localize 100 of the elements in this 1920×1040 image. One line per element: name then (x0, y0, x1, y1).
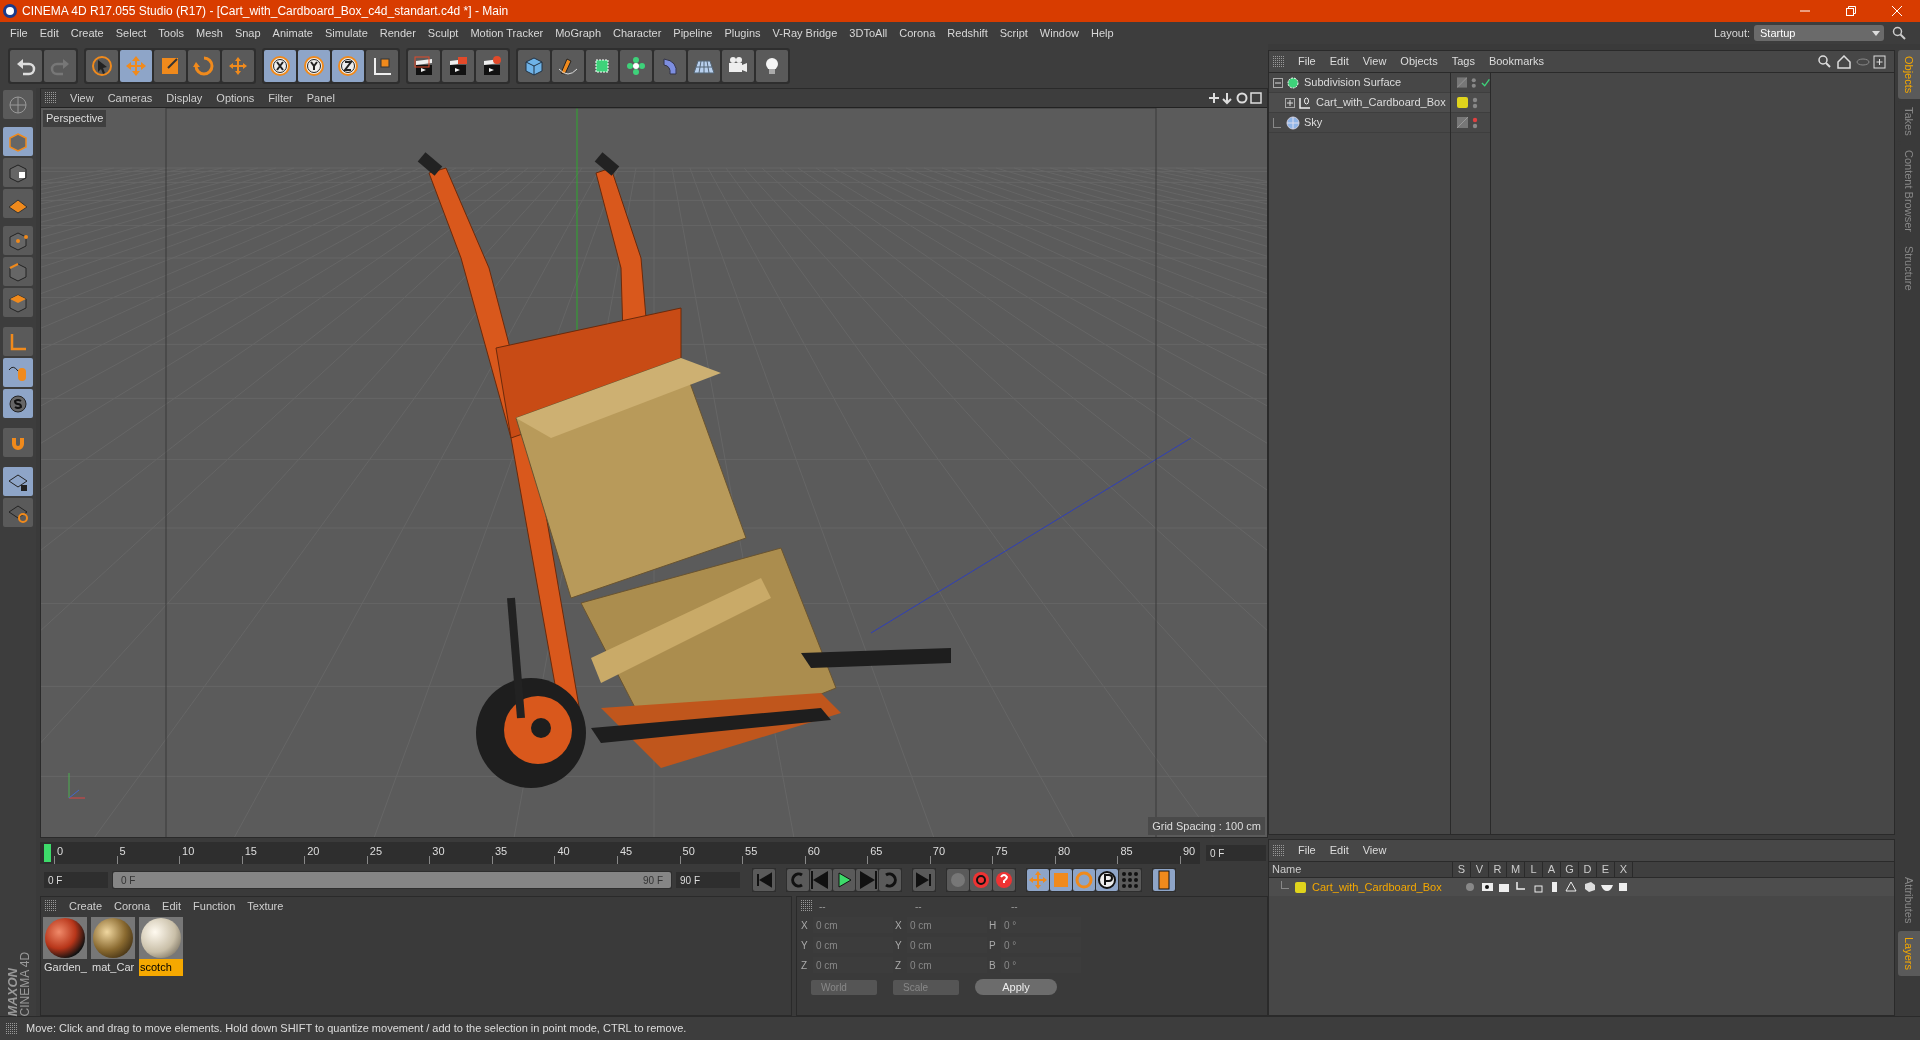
objects-menu-item[interactable]: View (1355, 53, 1394, 70)
autokey-button[interactable] (970, 869, 992, 891)
menu-item[interactable]: Mesh (190, 24, 229, 42)
render-view-button[interactable] (408, 50, 440, 82)
column-header[interactable]: E (1597, 861, 1615, 878)
keyframe-help-button[interactable] (993, 869, 1015, 891)
column-header[interactable]: G (1561, 861, 1579, 878)
menu-item[interactable]: Motion Tracker (464, 24, 550, 42)
menu-item[interactable]: Create (64, 24, 110, 42)
array-button[interactable] (620, 50, 652, 82)
menu-item[interactable]: File (4, 24, 34, 42)
menu-item[interactable]: Window (1033, 24, 1085, 42)
apply-button[interactable]: Apply (975, 979, 1057, 995)
menu-item[interactable]: Simulate (318, 24, 374, 42)
side-tab[interactable]: Objects (1898, 50, 1920, 100)
edges-button[interactable] (3, 257, 33, 286)
layer-color-swatch[interactable] (1295, 881, 1306, 893)
floor-button[interactable] (688, 50, 720, 82)
expand-toggle[interactable] (1285, 97, 1295, 108)
axis-mode-button[interactable] (3, 327, 33, 356)
column-header[interactable]: X (1615, 861, 1633, 878)
menu-item[interactable]: Render (373, 24, 422, 42)
objects-menu-item[interactable]: Tags (1444, 53, 1482, 70)
object-name[interactable]: Subdivision Surface (1304, 74, 1402, 91)
grid-sync-button[interactable] (3, 498, 33, 527)
timeline-button[interactable] (1153, 869, 1175, 891)
menu-item[interactable]: Snap (228, 24, 267, 42)
deformer-button[interactable] (654, 50, 686, 82)
start-frame-field[interactable]: 0 F (44, 872, 108, 888)
viewport-menu-item[interactable]: Panel (299, 89, 342, 107)
pen-tool-button[interactable] (552, 50, 584, 82)
menu-item[interactable]: Corona (893, 24, 942, 42)
column-header[interactable]: Name (1269, 861, 1453, 878)
column-header[interactable]: M (1507, 861, 1525, 878)
polygons-button[interactable] (3, 288, 33, 317)
magnet-button[interactable] (3, 428, 33, 457)
cube-object-button[interactable] (518, 50, 550, 82)
layers-menu-item[interactable]: File (1291, 842, 1323, 859)
undo-button[interactable] (10, 50, 42, 82)
side-tab[interactable]: Layers (1898, 930, 1920, 976)
column-header[interactable]: S (1453, 861, 1471, 878)
texture-button[interactable] (3, 158, 33, 187)
column-header[interactable]: D (1579, 861, 1597, 878)
render-settings-button[interactable] (476, 50, 508, 82)
viewport-menu-item[interactable]: View (63, 89, 101, 107)
select-tool-button[interactable] (86, 50, 118, 82)
objects-menu-item[interactable]: Objects (1393, 53, 1445, 70)
timeline-ruler[interactable]: 0 5 10 15 20 25 30 35 40 45 50 55 60 65 70 75 80 85 90 (40, 842, 1200, 864)
material-menu-item[interactable]: Edit (156, 897, 188, 915)
transform-tool-button[interactable] (222, 50, 254, 82)
play-button[interactable] (833, 869, 855, 891)
coordinate-system-button[interactable] (366, 50, 398, 82)
column-header[interactable]: V (1471, 861, 1489, 878)
menu-item[interactable]: Select (109, 24, 153, 42)
go-to-start-button[interactable] (753, 869, 775, 891)
points-button[interactable] (3, 226, 33, 255)
playhead-marker[interactable] (44, 844, 51, 862)
viewport-menu-item[interactable]: Display (159, 89, 210, 107)
menu-item[interactable]: Plugins (718, 24, 767, 42)
render-picture-button[interactable] (442, 50, 474, 82)
previous-key-button[interactable] (787, 869, 809, 891)
menu-item[interactable]: Help (1084, 24, 1120, 42)
layers-menu-item[interactable]: Edit (1322, 842, 1356, 859)
snap-button[interactable] (3, 389, 33, 418)
next-key-button[interactable] (879, 869, 901, 891)
menu-item[interactable]: Pipeline (667, 24, 719, 42)
frame-range-slider[interactable]: 0 F 90 F (112, 871, 672, 889)
lock-grid-button[interactable] (3, 467, 33, 496)
x-axis-button[interactable] (264, 50, 296, 82)
rotate-tool-button[interactable] (188, 50, 220, 82)
menu-item[interactable]: V-Ray Bridge (766, 24, 844, 42)
material-menu-item[interactable]: Function (187, 897, 242, 915)
objects-menu-item[interactable]: Bookmarks (1481, 53, 1551, 70)
object-name[interactable]: Sky (1304, 114, 1323, 131)
end-frame-field[interactable]: 90 F (676, 872, 740, 888)
scale-tool-button[interactable] (154, 50, 186, 82)
layout-dropdown[interactable]: Startup (1754, 25, 1884, 41)
menu-item[interactable]: Character (607, 24, 668, 42)
column-header[interactable]: R (1489, 861, 1507, 878)
menu-item[interactable]: Animate (266, 24, 319, 42)
subdivision-button[interactable] (586, 50, 618, 82)
material-menu-item[interactable]: Texture (241, 897, 290, 915)
viewport-menu-item[interactable]: Filter (261, 89, 300, 107)
column-header[interactable]: A (1543, 861, 1561, 878)
menu-item[interactable]: Edit (33, 24, 65, 42)
layer-color-swatch[interactable] (1457, 97, 1468, 108)
material-menu-item[interactable]: Corona (108, 897, 157, 915)
viewport-menu-item[interactable]: Cameras (100, 89, 160, 107)
menu-item[interactable]: Sculpt (421, 24, 465, 42)
z-axis-button[interactable] (332, 50, 364, 82)
material-menu-item[interactable]: Create (63, 897, 109, 915)
menu-item[interactable]: MoGraph (549, 24, 608, 42)
current-frame-field[interactable]: 0 F (1206, 845, 1266, 861)
key-parameter-button[interactable] (1096, 869, 1118, 891)
objects-menu-item[interactable]: Edit (1322, 53, 1356, 70)
objects-menu-item[interactable]: File (1291, 53, 1323, 70)
y-axis-button[interactable] (298, 50, 330, 82)
light-button[interactable] (756, 50, 788, 82)
column-header[interactable]: L (1525, 861, 1543, 878)
menu-item[interactable]: Script (993, 24, 1034, 42)
